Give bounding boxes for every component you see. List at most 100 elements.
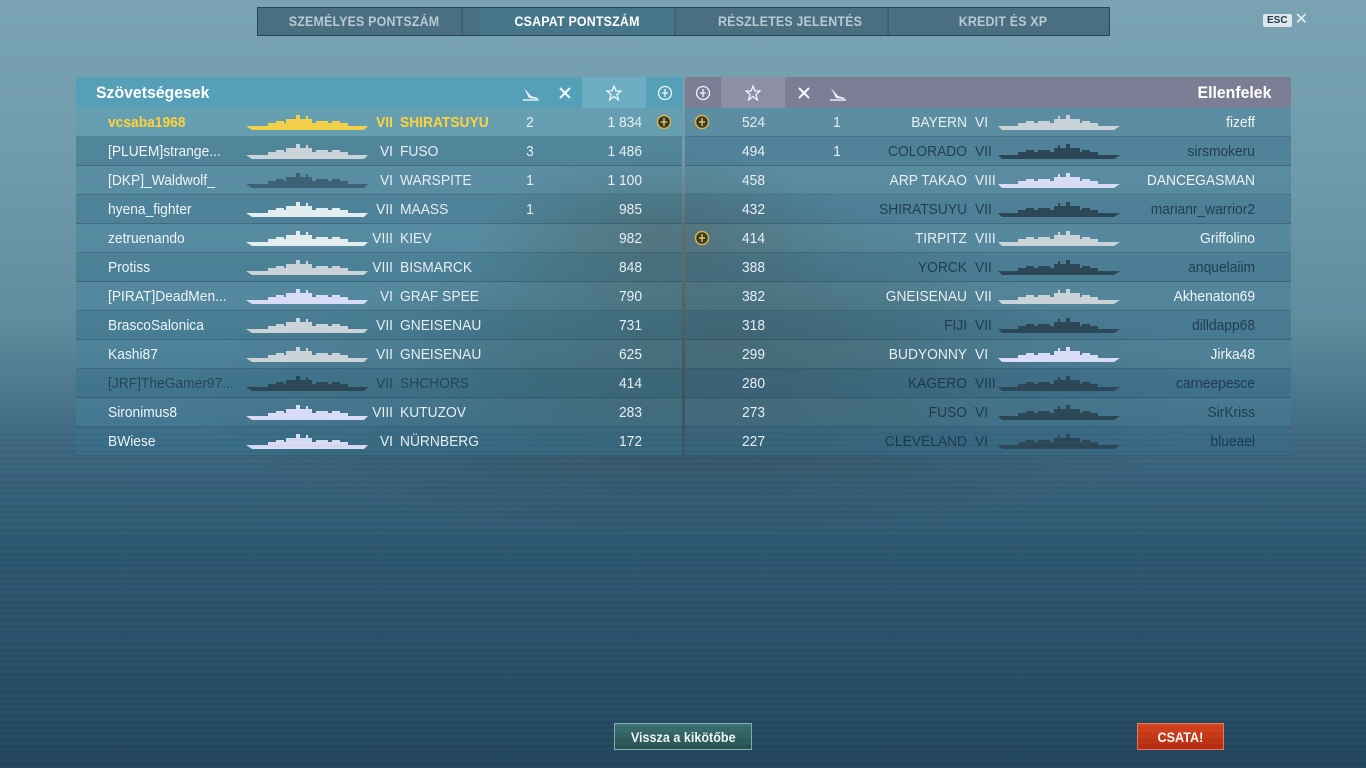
player-name[interactable]: BrascoSalonica xyxy=(108,317,235,334)
player-name[interactable]: hyena_fighter xyxy=(108,201,235,218)
player-row[interactable]: carneepesce VIII KAGERO 280 xyxy=(685,369,1291,398)
player-row[interactable]: SirKriss VI FUSO 273 xyxy=(685,398,1291,427)
player-name[interactable]: SirKriss xyxy=(1124,404,1255,421)
score-value: 273 xyxy=(741,403,765,421)
player-name[interactable]: marianr_warrior2 xyxy=(1124,201,1255,218)
kills-count: 1 xyxy=(526,200,534,218)
medal-icon xyxy=(694,230,710,246)
tab-personal-score[interactable]: SZEMÉLYES PONTSZÁM xyxy=(267,8,463,35)
player-row[interactable]: Sironimus8 VIII KUTUZOV 283 xyxy=(76,398,682,427)
player-name[interactable]: Jirka48 xyxy=(1124,346,1255,363)
player-row[interactable]: vcsaba1968 VII SHIRATSUYU 2 1 834 xyxy=(76,108,682,137)
player-name[interactable]: sirsmokeru xyxy=(1124,143,1255,160)
player-name[interactable]: zetruenando xyxy=(108,230,235,247)
score-value: 283 xyxy=(618,403,642,421)
player-row[interactable]: fizeff VI BAYERN 1 524 xyxy=(685,108,1291,137)
battle-label: CSATA! xyxy=(1157,728,1204,745)
ship-silhouette xyxy=(246,229,368,247)
player-row[interactable]: Griffolino VIII TIRPITZ 414 xyxy=(685,224,1291,253)
return-to-port-button[interactable]: Vissza a kikötőbe xyxy=(614,723,752,750)
player-name[interactable]: Griffolino xyxy=(1124,230,1255,247)
player-name[interactable]: fizeff xyxy=(1124,114,1255,131)
ship-silhouette xyxy=(998,229,1120,247)
player-row[interactable]: [JRF]TheGamer97... VII SHCHORS 414 xyxy=(76,369,682,398)
player-name[interactable]: [DKP]_Waldwolf_ xyxy=(108,172,235,189)
score-column-header[interactable] xyxy=(721,77,785,108)
ship-tier: VIII xyxy=(975,229,996,247)
ship-silhouette xyxy=(998,258,1120,276)
player-row[interactable]: sirsmokeru VII COLORADO 1 494 xyxy=(685,137,1291,166)
ship-silhouette xyxy=(246,432,368,450)
plane-kills-icon[interactable] xyxy=(826,77,850,108)
player-name[interactable]: Sironimus8 xyxy=(108,404,235,421)
ship-kills-icon[interactable] xyxy=(553,77,577,108)
player-name[interactable]: [PIRAT]DeadMen... xyxy=(108,288,235,305)
player-row[interactable]: BWiese VI NÜRNBERG 172 xyxy=(76,427,682,456)
player-name[interactable]: dilldapp68 xyxy=(1124,317,1255,334)
ship-name: BAYERN xyxy=(911,113,967,131)
kills-count: 1 xyxy=(833,113,841,131)
player-name[interactable]: carneepesce xyxy=(1124,375,1255,392)
player-name[interactable]: BWiese xyxy=(108,433,235,450)
ship-silhouette xyxy=(246,287,368,305)
tab-team-score[interactable]: CSAPAT PONTSZÁM xyxy=(479,8,676,35)
player-row[interactable]: zetruenando VIII KIEV 982 xyxy=(76,224,682,253)
close-button[interactable]: ESC ✕ xyxy=(1263,12,1308,28)
enemies-title: Ellenfelek xyxy=(1197,82,1271,102)
ship-silhouette xyxy=(998,200,1120,218)
ship-silhouette xyxy=(246,403,368,421)
player-row[interactable]: Kashi87 VII GNEISENAU 625 xyxy=(76,340,682,369)
ship-silhouette xyxy=(998,345,1120,363)
ship-kills-icon[interactable] xyxy=(792,77,816,108)
player-row[interactable]: [PLUEM]strange... VI FUSO 3 1 486 xyxy=(76,137,682,166)
player-row[interactable]: Protiss VIII BISMARCK 848 xyxy=(76,253,682,282)
medal-icon[interactable] xyxy=(687,77,719,108)
ship-name: KUTUZOV xyxy=(400,403,466,421)
player-name[interactable]: anquelaiim xyxy=(1124,259,1255,276)
player-name[interactable]: [JRF]TheGamer97... xyxy=(108,375,235,392)
ship-name: YORCK xyxy=(917,258,967,276)
score-column-header[interactable] xyxy=(582,77,646,108)
score-value: 172 xyxy=(618,432,642,450)
ship-tier: VII xyxy=(975,316,992,334)
allies-title: Szövetségesek xyxy=(96,82,210,102)
player-name[interactable]: Akhenaton69 xyxy=(1124,288,1255,305)
ship-tier: VII xyxy=(975,200,992,218)
tab-credits-xp[interactable]: KREDIT ÉS XP xyxy=(905,8,1100,35)
ship-tier: VII xyxy=(376,200,393,218)
tab-detailed-report[interactable]: RÉSZLETES JELENTÉS xyxy=(693,8,889,35)
score-value: 985 xyxy=(618,200,642,218)
close-icon[interactable]: ✕ xyxy=(1295,12,1308,28)
player-name[interactable]: Kashi87 xyxy=(108,346,235,363)
player-row[interactable]: dilldapp68 VII FIJI 318 xyxy=(685,311,1291,340)
player-row[interactable]: DANCEGASMAN VIII ARP TAKAO 458 xyxy=(685,166,1291,195)
ship-tier: VII xyxy=(376,374,393,392)
player-name[interactable]: blueael xyxy=(1124,433,1255,450)
score-value: 280 xyxy=(741,374,765,392)
player-row[interactable]: marianr_warrior2 VII SHIRATSUYU 432 xyxy=(685,195,1291,224)
player-row[interactable]: [DKP]_Waldwolf_ VI WARSPITE 1 1 100 xyxy=(76,166,682,195)
player-row[interactable]: Jirka48 VI BUDYONNY 299 xyxy=(685,340,1291,369)
player-row[interactable]: hyena_fighter VII MAASS 1 985 xyxy=(76,195,682,224)
ship-tier: VII xyxy=(376,345,393,363)
player-name[interactable]: vcsaba1968 xyxy=(108,114,235,131)
player-row[interactable]: Akhenaton69 VII GNEISENAU 382 xyxy=(685,282,1291,311)
player-row[interactable]: BrascoSalonica VII GNEISENAU 731 xyxy=(76,311,682,340)
ship-tier: VI xyxy=(975,345,989,363)
medal-icon[interactable] xyxy=(650,77,680,108)
return-to-port-label: Vissza a kikötőbe xyxy=(630,728,736,745)
player-row[interactable]: blueael VI CLEVELAND 227 xyxy=(685,427,1291,456)
ship-name: COLORADO xyxy=(888,142,967,160)
ship-name: NÜRNBERG xyxy=(400,432,479,450)
player-name[interactable]: DANCEGASMAN xyxy=(1124,172,1255,189)
ship-name: TIRPITZ xyxy=(914,229,967,247)
player-row[interactable]: [PIRAT]DeadMen... VI GRAF SPEE 790 xyxy=(76,282,682,311)
plane-kills-icon[interactable] xyxy=(519,77,543,108)
ship-tier: VI xyxy=(975,403,989,421)
player-name[interactable]: Protiss xyxy=(108,259,235,276)
player-row[interactable]: anquelaiim VII YORCK 388 xyxy=(685,253,1291,282)
ship-name: SHCHORS xyxy=(400,374,470,392)
player-name[interactable]: [PLUEM]strange... xyxy=(108,143,235,160)
ship-name: GNEISENAU xyxy=(400,345,482,363)
battle-button[interactable]: CSATA! xyxy=(1137,723,1224,750)
